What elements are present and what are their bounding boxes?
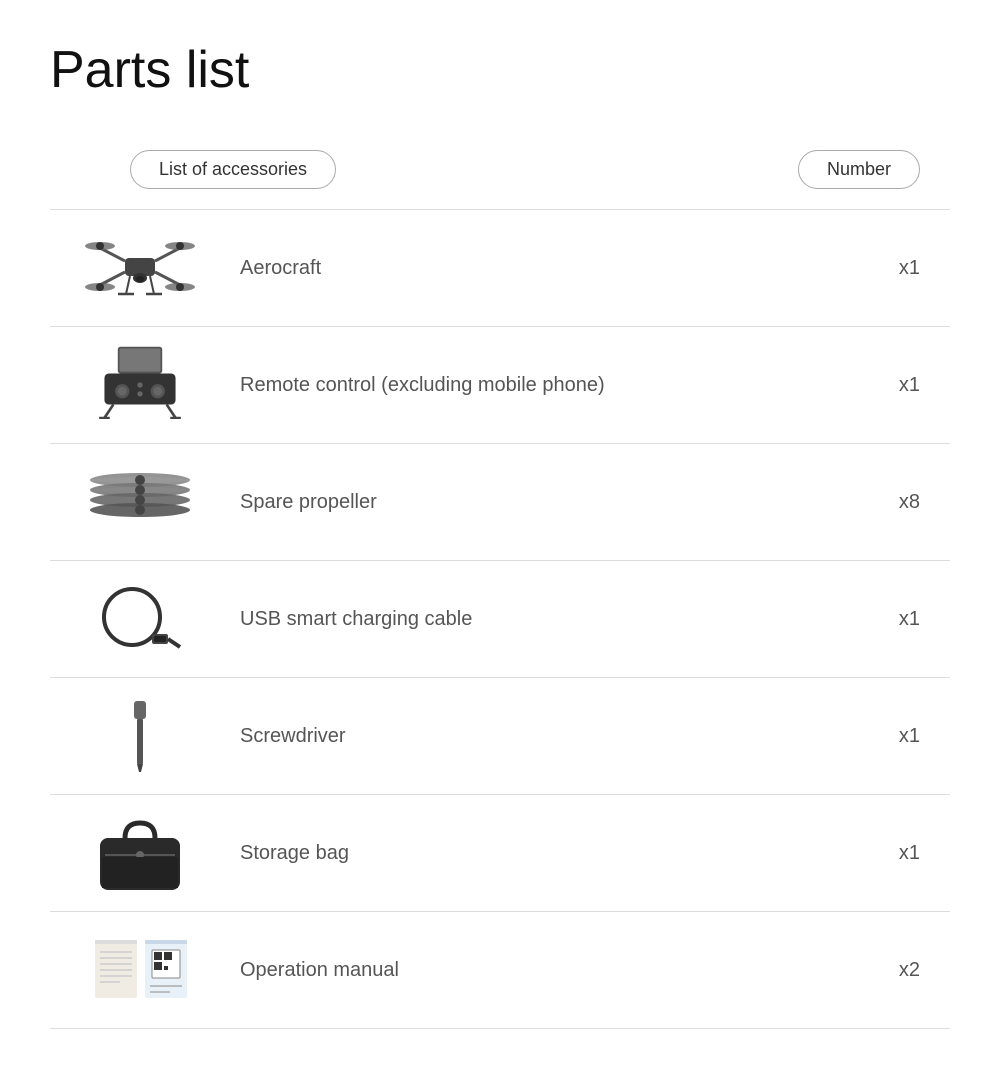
table-row: Screwdriver x1	[50, 677, 950, 794]
parts-table: List of accessories Number	[50, 140, 950, 1029]
item-name-manual: Operation manual	[230, 959, 870, 982]
col1-header: List of accessories	[130, 150, 336, 189]
item-qty-screwdriver: x1	[870, 725, 950, 748]
item-name-bag: Storage bag	[230, 842, 870, 865]
item-qty-manual: x2	[870, 959, 950, 982]
item-qty-usb: x1	[870, 608, 950, 631]
item-name-propeller: Spare propeller	[230, 491, 870, 514]
item-icon-propeller	[50, 462, 230, 542]
item-name-aerocraft: Aerocraft	[230, 257, 870, 280]
item-qty-aerocraft: x1	[870, 257, 950, 280]
col2-header: Number	[798, 150, 920, 189]
item-name-screwdriver: Screwdriver	[230, 725, 870, 748]
table-row: Aerocraft x1	[50, 209, 950, 326]
item-icon-remote	[50, 345, 230, 425]
table-row: Spare propeller x8	[50, 443, 950, 560]
table-header: List of accessories Number	[50, 140, 950, 209]
item-qty-bag: x1	[870, 842, 950, 865]
item-icon-bag	[50, 813, 230, 893]
item-icon-screwdriver	[50, 696, 230, 776]
table-row: Remote control (excluding mobile phone) …	[50, 326, 950, 443]
table-row: Storage bag x1	[50, 794, 950, 911]
table-row: Operation manual x2	[50, 911, 950, 1029]
table-row: USB smart charging cable x1	[50, 560, 950, 677]
item-icon-manual	[50, 930, 230, 1010]
item-icon-aerocraft	[50, 228, 230, 308]
item-qty-propeller: x8	[870, 491, 950, 514]
page-title: Parts list	[50, 40, 950, 100]
item-icon-usb	[50, 579, 230, 659]
item-name-usb: USB smart charging cable	[230, 608, 870, 631]
item-name-remote: Remote control (excluding mobile phone)	[230, 374, 870, 397]
item-qty-remote: x1	[870, 374, 950, 397]
